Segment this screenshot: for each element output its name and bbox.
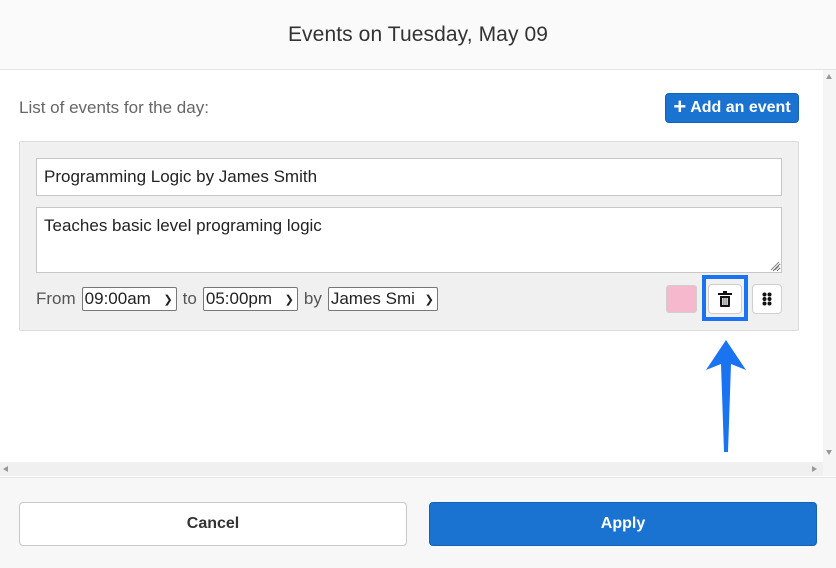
drag-handle-icon	[762, 292, 772, 306]
from-time-select[interactable]: 09:00am ❯	[81, 287, 177, 311]
to-label: to	[182, 289, 197, 308]
list-label: List of events for the day:	[19, 98, 209, 117]
dialog-title: Events on Tuesday, May 09	[287, 22, 549, 46]
scroll-down-icon[interactable]	[826, 450, 832, 455]
from-label: From	[36, 289, 76, 308]
plus-icon: +	[673, 94, 687, 119]
dialog-footer: Cancel Apply	[0, 477, 836, 568]
cancel-button[interactable]: Cancel	[19, 502, 407, 546]
scroll-up-icon[interactable]	[826, 74, 832, 79]
scroll-right-icon[interactable]	[812, 466, 817, 472]
to-time-select[interactable]: 05:00pm ❯	[202, 287, 298, 311]
add-event-button[interactable]: + Add an event	[665, 93, 799, 123]
chevron-down-icon: ❯	[284, 293, 294, 306]
organizer-select[interactable]: James Smi ❯	[327, 287, 438, 311]
event-card: Teaches basic level programing logic Fro…	[19, 141, 799, 331]
trash-icon	[718, 291, 732, 307]
add-event-label: Add an event	[690, 99, 791, 116]
scroll-left-icon[interactable]	[3, 466, 8, 472]
to-time-value: 05:00pm	[205, 289, 273, 308]
event-title-input[interactable]	[36, 158, 782, 196]
drag-handle-button[interactable]	[752, 284, 782, 314]
event-time-row: From 09:00am ❯ to 05:00pm ❯ by James Smi…	[36, 287, 438, 311]
from-time-value: 09:00am	[84, 289, 151, 308]
arrow-up-icon	[706, 340, 746, 452]
dialog-content: List of events for the day: + Add an eve…	[0, 70, 823, 462]
event-description-input[interactable]: Teaches basic level programing logic	[36, 207, 782, 273]
organizer-value: James Smi	[330, 289, 415, 308]
by-label: by	[303, 289, 322, 308]
dialog-header: Events on Tuesday, May 09	[0, 0, 836, 70]
vertical-scrollbar[interactable]	[823, 70, 836, 476]
chevron-down-icon: ❯	[163, 293, 173, 306]
event-color-swatch[interactable]	[666, 285, 697, 313]
delete-event-button[interactable]	[708, 284, 742, 314]
apply-button[interactable]: Apply	[429, 502, 817, 546]
horizontal-scrollbar[interactable]	[0, 462, 823, 476]
chevron-down-icon: ❯	[424, 293, 434, 306]
